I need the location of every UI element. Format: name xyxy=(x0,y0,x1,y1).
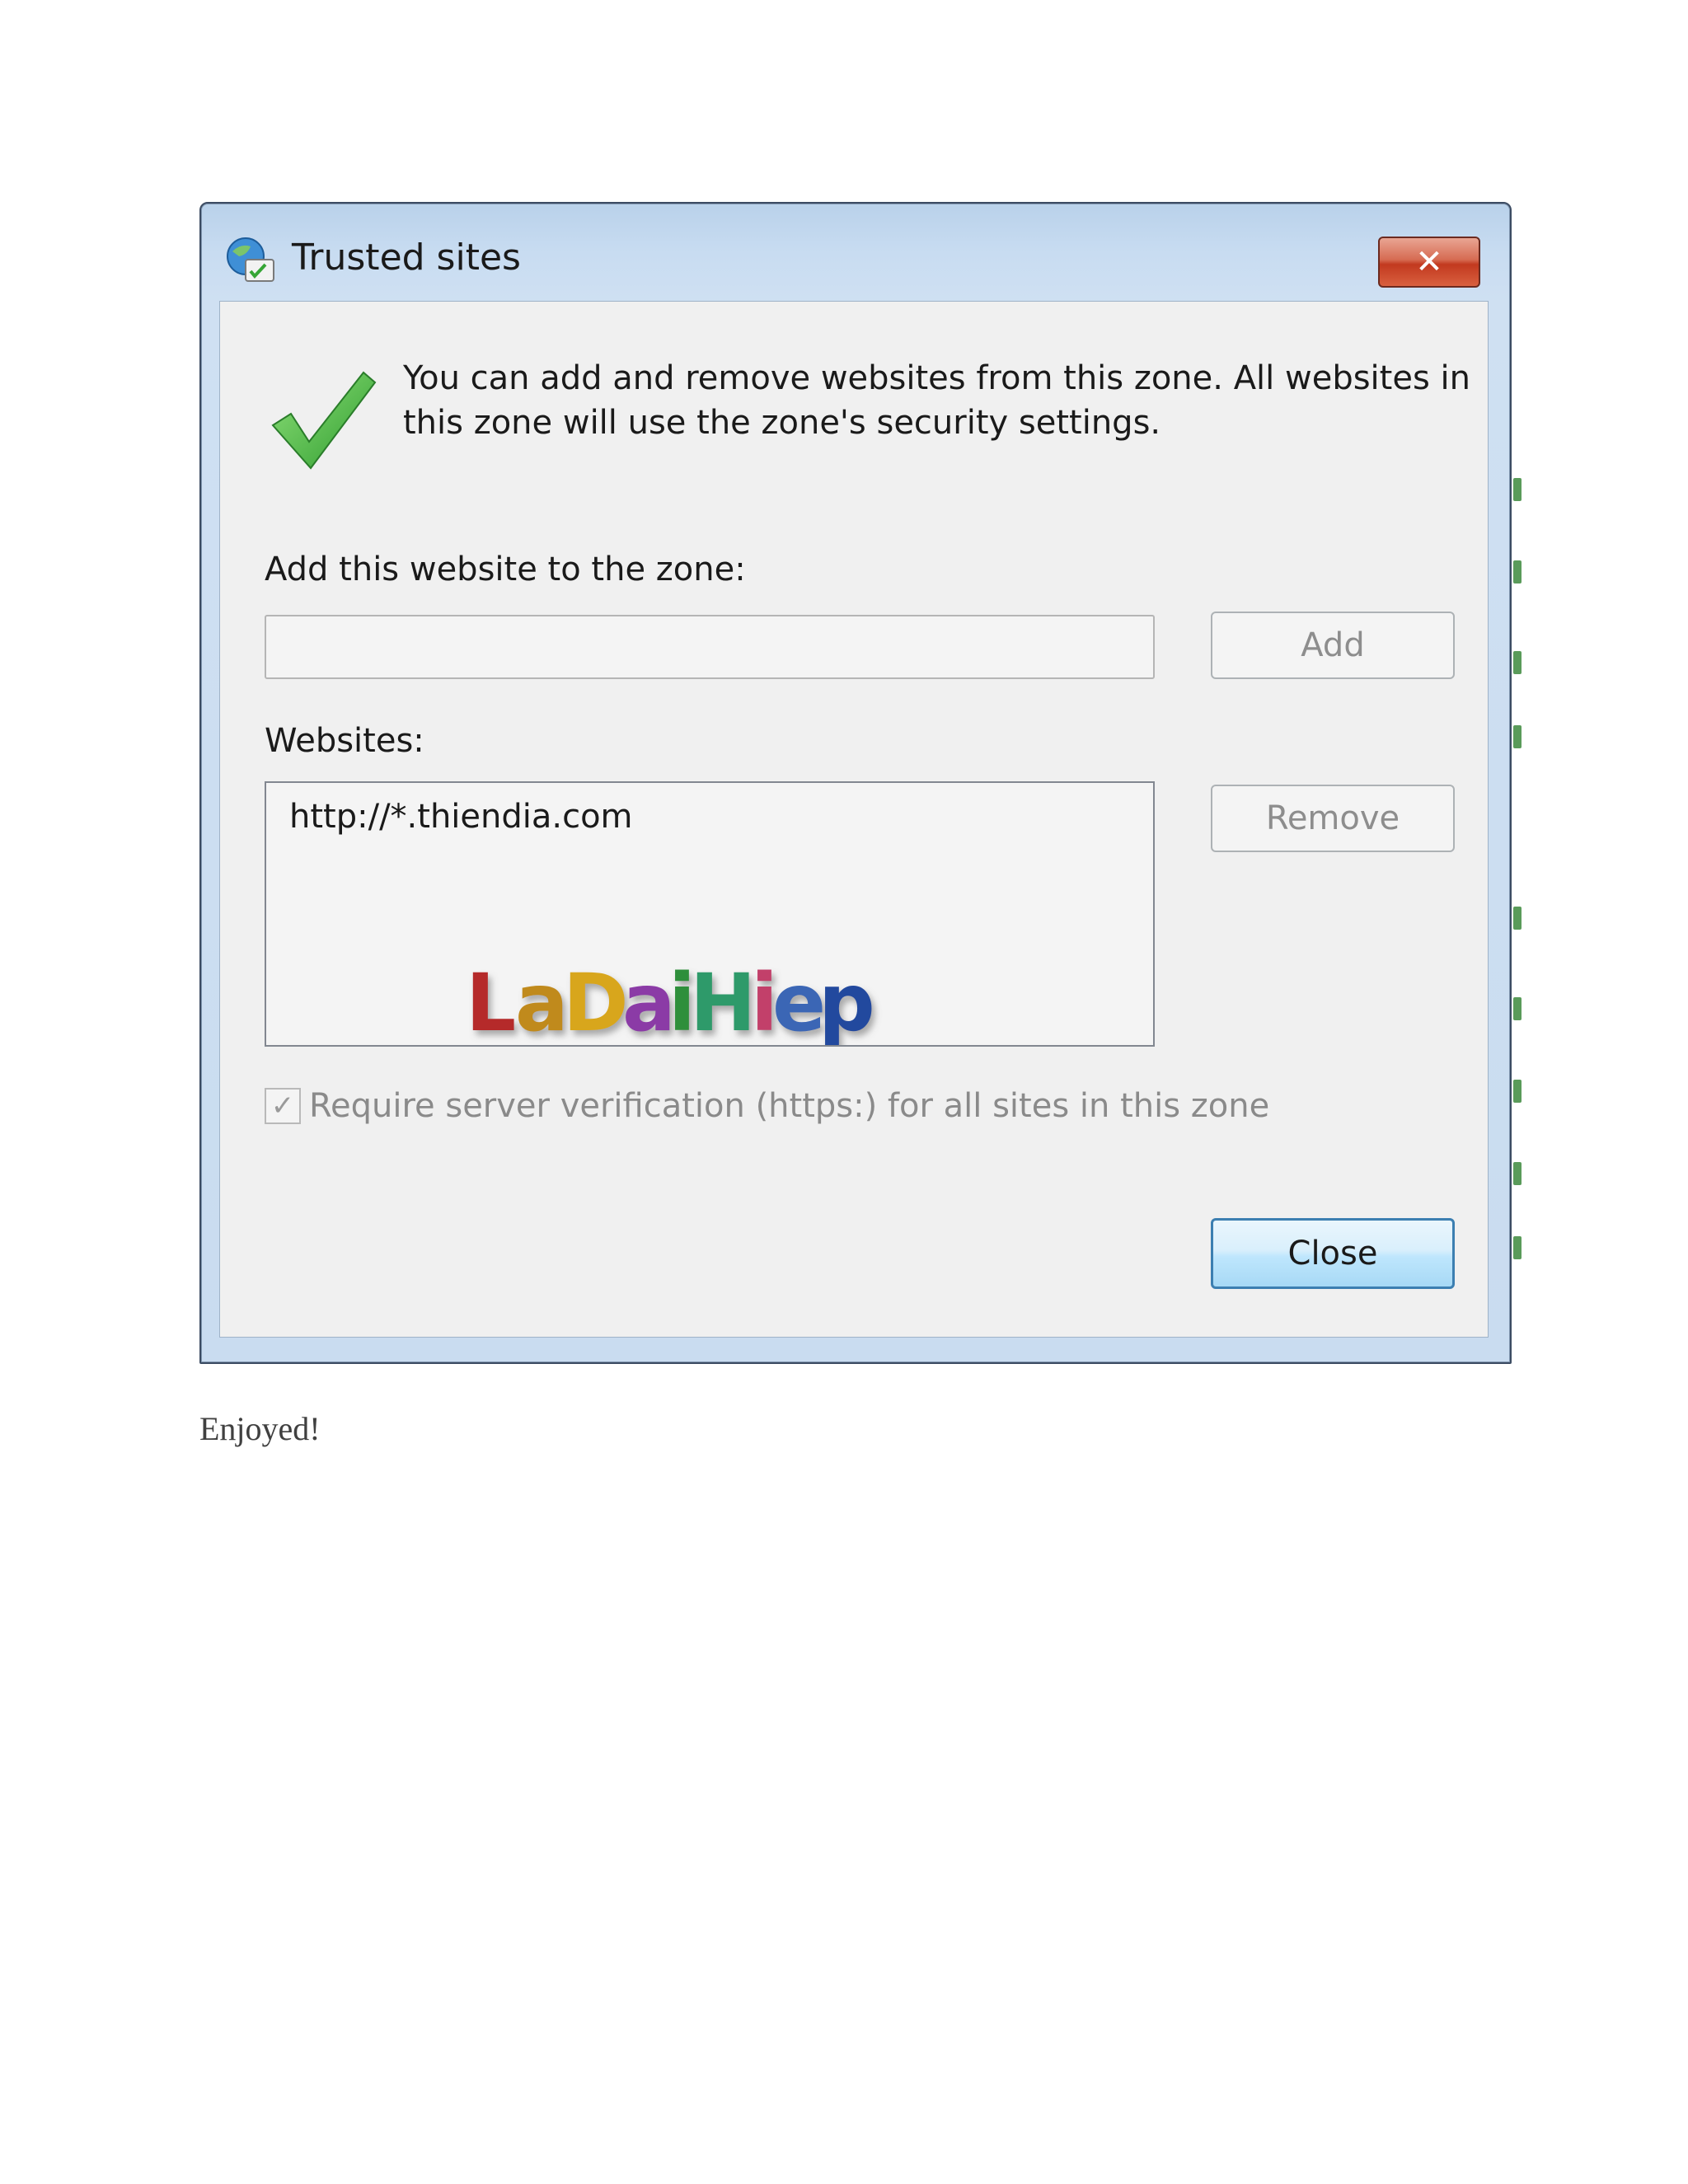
checkmark-icon xyxy=(266,361,382,476)
svg-text:p: p xyxy=(818,957,875,1045)
background-mark xyxy=(1513,478,1522,501)
trusted-sites-icon xyxy=(224,235,279,284)
websites-label: Websites: xyxy=(265,722,424,760)
dialog-title: Trusted sites xyxy=(292,237,521,279)
add-website-label: Add this website to the zone: xyxy=(265,551,746,588)
intro-text: You can add and remove websites from thi… xyxy=(403,359,1470,442)
checkbox-checked-icon[interactable]: ✓ xyxy=(265,1088,301,1124)
background-mark xyxy=(1513,651,1522,674)
remove-button[interactable]: Remove xyxy=(1211,785,1455,852)
title-bar[interactable]: Trusted sites ✕ xyxy=(201,204,1510,301)
background-mark xyxy=(1513,1162,1522,1185)
list-item[interactable]: http://*.thiendia.com xyxy=(289,798,633,836)
background-mark xyxy=(1513,560,1522,583)
background-page-edge xyxy=(1513,206,1531,1360)
dialog-body: You can add and remove websites from thi… xyxy=(219,301,1489,1338)
background-mark xyxy=(1513,997,1522,1020)
background-mark xyxy=(1513,1080,1522,1103)
close-button[interactable]: Close xyxy=(1211,1218,1455,1289)
websites-list[interactable]: http://*.thiendia.com L a D a i H i e p xyxy=(265,781,1155,1049)
svg-text:H: H xyxy=(690,957,756,1045)
background-mark xyxy=(1513,907,1522,930)
require-verification-checkbox[interactable]: ✓ Require server verification (https:) f… xyxy=(265,1081,1269,1131)
svg-text:D: D xyxy=(563,957,629,1045)
add-website-input[interactable] xyxy=(265,615,1155,679)
caption-text: Enjoyed! xyxy=(199,1410,321,1447)
close-icon: ✕ xyxy=(1415,243,1443,281)
add-button[interactable]: Add xyxy=(1211,612,1455,679)
require-verification-label: Require server verification (https:) for… xyxy=(309,1087,1270,1125)
watermark-logo: L a D a i H i e p xyxy=(466,954,894,1049)
close-window-button[interactable]: ✕ xyxy=(1378,237,1480,288)
background-mark xyxy=(1513,1236,1522,1259)
svg-text:L: L xyxy=(466,957,516,1045)
svg-text:a: a xyxy=(515,957,569,1045)
trusted-sites-dialog: Trusted sites ✕ You can add and remove w… xyxy=(199,202,1512,1364)
background-mark xyxy=(1513,725,1522,748)
